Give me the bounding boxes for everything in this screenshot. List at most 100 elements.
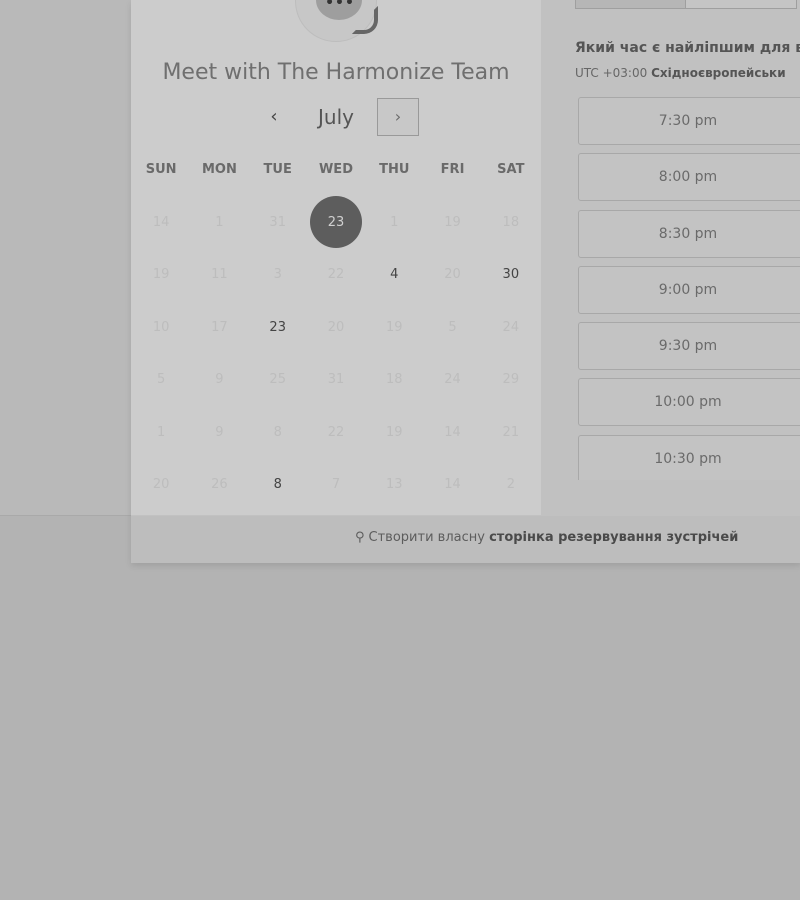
calendar-day: 14 [423, 459, 481, 512]
calendar-week: 10 17 23 20 19 5 24 [132, 301, 540, 354]
calendar-day: 29 [482, 354, 540, 407]
calendar-week: 14 1 31 23 1 19 18 [132, 196, 540, 249]
day-number: 18 [502, 214, 520, 230]
calendar-day[interactable]: 30 [482, 249, 540, 302]
calendar-day: 19 [365, 406, 423, 459]
day-number: 21 [502, 424, 520, 440]
day-number: 14 [444, 477, 461, 493]
day-number: 3 [273, 267, 282, 283]
calendar-day: 2 [482, 459, 540, 512]
calendar-day: 1 [365, 196, 423, 249]
calendar-day: 7 [307, 459, 365, 512]
day-number: 9 [215, 372, 224, 388]
next-month-button[interactable]: › [377, 98, 419, 136]
calendar-day: 5 [132, 354, 190, 407]
calendar-day: 5 [423, 301, 481, 354]
day-number: 1 [215, 214, 224, 230]
calendar-day: 14 [132, 196, 190, 249]
calendar-day: 9 [190, 354, 248, 407]
calendar-day: 18 [365, 354, 423, 407]
calendar-day[interactable]: 4 [365, 249, 423, 302]
weekday-sat: SAT [497, 162, 525, 177]
day-number: 26 [211, 477, 228, 493]
calendar-day: 18 [482, 196, 540, 249]
footer-link-text[interactable]: сторінка резервування зустрічей [489, 530, 738, 545]
time-question: Який час є найліпшим для в [575, 40, 800, 56]
day-number: 20 [444, 267, 461, 283]
time-slot[interactable]: 10:30 pm [578, 434, 800, 480]
calendar-day: 17 [190, 301, 248, 354]
day-number: 8 [273, 477, 282, 493]
meeting-title: Meet with The Harmonize Team [162, 60, 510, 85]
day-number: 30 [502, 267, 520, 283]
calendar-day: 31 [249, 196, 307, 249]
day-number: 19 [152, 267, 170, 283]
time-slot[interactable]: 9:00 pm [578, 265, 800, 314]
day-number: 24 [444, 372, 461, 388]
weekday-fri: FRI [440, 162, 465, 177]
day-number: 22 [327, 424, 345, 440]
tab-right[interactable] [685, 0, 797, 9]
calendar-day: 26 [190, 459, 248, 512]
day-number: 5 [448, 319, 457, 335]
calendar-day: 20 [423, 249, 481, 302]
day-number: 22 [327, 267, 345, 283]
day-number: 23 [269, 319, 286, 335]
calendar-week: 19 11 3 22 4 20 30 [132, 249, 540, 302]
calendar-day: 31 [307, 354, 365, 407]
weekday-sun: SUN [145, 162, 177, 177]
calendar-day-selected[interactable]: 23 [307, 196, 365, 249]
time-slot[interactable]: 8:30 pm [578, 209, 800, 258]
day-number: 20 [327, 319, 345, 335]
ellipsis-icon: ••• [325, 0, 355, 11]
month-label: July [318, 105, 354, 129]
calendar-day[interactable]: 23 [249, 301, 307, 354]
weekday-tue: TUE [263, 162, 292, 177]
day-number: 5 [157, 372, 166, 388]
day-number: 14 [152, 214, 170, 230]
footer-link[interactable]: ⚲ Створити власну сторінка резервування з… [355, 530, 738, 545]
day-number: 9 [215, 424, 224, 440]
time-slot[interactable]: 9:30 pm [578, 322, 800, 371]
time-slot[interactable]: 10:00 pm [578, 378, 800, 427]
calendar-day: 10 [132, 301, 190, 354]
calendar-day[interactable]: 8 [249, 459, 307, 512]
weekday-thu: THU [379, 162, 410, 177]
prev-month-button[interactable]: ‹ [258, 100, 290, 134]
calendar-week: 5 9 25 31 18 24 29 [132, 354, 540, 407]
calendar-week: 1 9 8 22 19 14 21 [132, 406, 540, 459]
timezone-offset: UTC +03:00 [575, 66, 648, 80]
weekday-wed: WED [318, 162, 353, 177]
timezone-name: Східноєвропейськи [651, 66, 786, 80]
calendar-grid: 14 1 31 23 1 19 18 19 11 3 22 4 20 30 10 17 23 20 19 5 24 5 9 2… [132, 196, 540, 511]
calendar-day: 9 [190, 406, 248, 459]
weekday-mon: MON [201, 162, 237, 177]
day-number: 20 [152, 477, 170, 493]
day-number: 24 [502, 319, 520, 335]
day-number: 4 [390, 267, 399, 283]
time-slot[interactable]: 8:00 pm [578, 153, 800, 202]
day-number: 31 [269, 214, 286, 230]
calendar-day: 1 [132, 406, 190, 459]
day-number: 17 [211, 319, 228, 335]
timezone-label[interactable]: UTC +03:00 Східноєвропейськи [575, 66, 786, 80]
day-number: 11 [211, 267, 228, 283]
calendar-day: 22 [307, 406, 365, 459]
calendar-day: 14 [423, 406, 481, 459]
calendar-day: 3 [249, 249, 307, 302]
day-number: 1 [157, 424, 166, 440]
day-number: 29 [502, 372, 520, 388]
day-number: 18 [385, 372, 403, 388]
time-slot-list[interactable]: 7:30 pm 8:00 pm 8:30 pm 9:00 pm 9:30 pm … [578, 97, 800, 480]
tab-left[interactable] [575, 0, 687, 9]
day-number: 31 [327, 372, 345, 388]
calendar-day: 19 [365, 301, 423, 354]
time-slot[interactable]: 7:30 pm [578, 97, 800, 145]
day-number: 1 [390, 214, 399, 230]
day-number: 14 [444, 424, 461, 440]
calendar-day: 11 [190, 249, 248, 302]
footer-prefix: Створити власну [368, 530, 485, 545]
day-number: 8 [273, 424, 282, 440]
weekday-header: SUN MON TUE WED THU FRI SAT [132, 162, 540, 177]
day-number: 13 [385, 477, 403, 493]
